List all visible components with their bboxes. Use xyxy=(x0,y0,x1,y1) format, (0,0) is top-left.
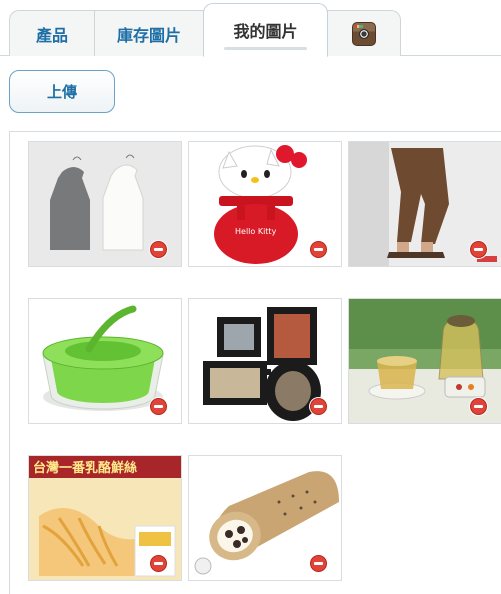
remove-image-button[interactable] xyxy=(150,241,167,258)
image-tile[interactable] xyxy=(28,141,182,267)
remove-image-button[interactable] xyxy=(310,398,327,415)
tab-instagram[interactable] xyxy=(327,10,401,56)
snack-package-text: 台灣一番乳酪鮮絲 xyxy=(33,460,137,476)
product-print-text: Hello Kitty xyxy=(235,227,277,236)
remove-image-button[interactable] xyxy=(150,398,167,415)
active-tab-underline xyxy=(224,47,307,50)
tab-my-images[interactable]: 我的圖片 xyxy=(203,3,328,57)
tab-products[interactable]: 產品 xyxy=(9,10,95,56)
remove-image-button[interactable] xyxy=(470,398,487,415)
remove-image-button[interactable] xyxy=(470,241,487,258)
image-tile[interactable] xyxy=(348,298,501,424)
tab-stock-images[interactable]: 庫存圖片 xyxy=(94,10,204,56)
image-tile[interactable]: Hello Kitty xyxy=(188,141,342,267)
image-tile[interactable] xyxy=(348,141,501,267)
tab-my-images-label: 我的圖片 xyxy=(233,22,298,41)
image-tile[interactable] xyxy=(188,455,342,581)
remove-image-button[interactable] xyxy=(150,555,167,572)
upload-button[interactable]: 上傳 xyxy=(9,70,115,113)
remove-image-button[interactable] xyxy=(310,241,327,258)
image-gallery: Hello Kitty 台灣一番乳酪鮮絲 xyxy=(9,131,501,594)
upload-button-label: 上傳 xyxy=(46,83,77,101)
tab-stock-images-label: 庫存圖片 xyxy=(116,25,181,45)
instagram-icon xyxy=(352,21,376,46)
image-tile[interactable] xyxy=(188,298,342,424)
image-tile[interactable] xyxy=(28,298,182,424)
remove-image-button[interactable] xyxy=(310,555,327,572)
image-tile[interactable]: 台灣一番乳酪鮮絲 xyxy=(28,455,182,581)
tab-products-label: 產品 xyxy=(35,25,68,45)
tab-bar: 產品 庫存圖片 我的圖片 xyxy=(0,0,501,57)
